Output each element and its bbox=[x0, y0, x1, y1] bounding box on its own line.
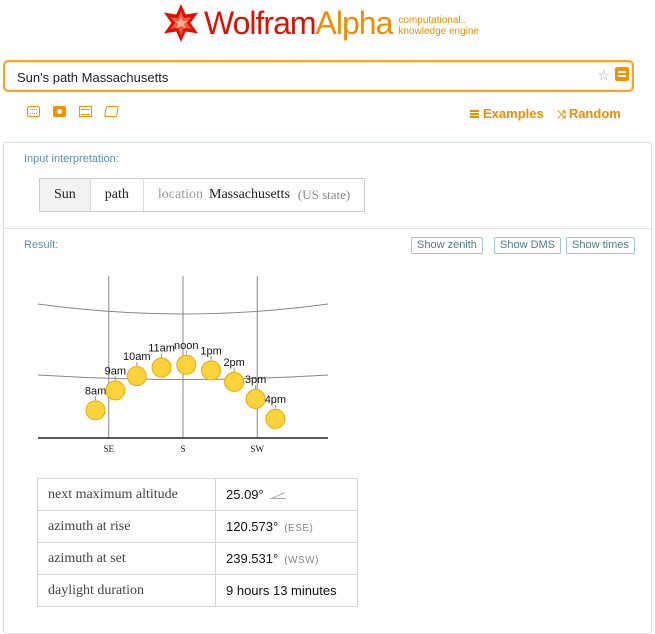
row-label: azimuth at set bbox=[37, 542, 216, 575]
wolframalpha-logo[interactable]: WolframAlpha computational.. knowledge e… bbox=[162, 0, 479, 46]
sun-details-table: next maximum altitude 25.09° azimuth at ri… bbox=[37, 478, 358, 607]
wolfram-star-icon bbox=[163, 4, 199, 42]
keyboard-icon[interactable] bbox=[27, 106, 40, 117]
row-label: azimuth at rise bbox=[37, 510, 216, 543]
sun-marker bbox=[201, 360, 222, 381]
time-label: 10am bbox=[123, 351, 151, 363]
time-label: 4pm bbox=[265, 394, 286, 406]
gallery-icon[interactable] bbox=[104, 106, 119, 117]
star-icon[interactable]: ☆ bbox=[597, 67, 610, 84]
search-input[interactable] bbox=[15, 65, 579, 89]
time-label: 3pm bbox=[245, 374, 266, 386]
interp-path: path bbox=[91, 179, 144, 211]
direction-label: SW bbox=[251, 444, 265, 454]
input-mode-toolbar bbox=[27, 106, 119, 117]
tagline: computational.. knowledge engine bbox=[398, 15, 479, 37]
time-label: 8am bbox=[85, 385, 106, 397]
compass-direction: (ESE) bbox=[284, 523, 314, 534]
logo-wordmark: WolframAlpha bbox=[204, 4, 393, 41]
shuffle-icon: ⤨ bbox=[557, 109, 566, 121]
time-label: noon bbox=[174, 340, 198, 352]
direction-label: S bbox=[180, 444, 185, 454]
interp-sun: Sun bbox=[40, 179, 91, 211]
sun-marker bbox=[151, 357, 172, 378]
row-value: 9 hours 13 minutes bbox=[215, 574, 358, 607]
row-label: next maximum altitude bbox=[37, 478, 216, 511]
table-row: daylight duration 9 hours 13 minutes bbox=[37, 574, 358, 607]
list-icon bbox=[470, 110, 479, 118]
row-value: 25.09° bbox=[215, 478, 358, 511]
row-label: daylight duration bbox=[37, 574, 216, 607]
compass-direction: (WSW) bbox=[284, 555, 319, 566]
sun-marker bbox=[265, 408, 286, 429]
search-bar: ☆ bbox=[3, 60, 634, 92]
table-row: azimuth at rise 120.573° (ESE) bbox=[37, 510, 358, 543]
result-title: Result: bbox=[24, 239, 59, 251]
sun-marker bbox=[85, 400, 106, 421]
sun-marker bbox=[105, 380, 126, 401]
sun-marker bbox=[126, 366, 147, 387]
pod-divider bbox=[4, 228, 651, 229]
row-value: 120.573° (ESE) bbox=[215, 510, 358, 543]
direction-label: SE bbox=[103, 444, 114, 454]
angle-icon bbox=[269, 491, 288, 499]
show-dms-button[interactable]: Show DMS bbox=[494, 237, 562, 254]
input-interpretation-box: Sun path location Massachusetts (US stat… bbox=[39, 178, 366, 212]
camera-icon[interactable] bbox=[53, 106, 66, 117]
time-label: 11am bbox=[148, 343, 175, 355]
table-icon[interactable] bbox=[79, 106, 92, 117]
examples-link[interactable]: Examples bbox=[470, 106, 544, 121]
time-label: 1pm bbox=[200, 345, 221, 357]
time-label: 9am bbox=[105, 365, 126, 377]
input-interpretation-title: Input interpretation: bbox=[24, 153, 119, 165]
sun-path-chart: SE S SW 8am 9am 10am11am noon 1pm2pm3pm 4pm bbox=[37, 276, 329, 454]
show-zenith-button[interactable]: Show zenith bbox=[411, 237, 483, 254]
equals-icon[interactable] bbox=[615, 67, 629, 81]
time-label: 2pm bbox=[223, 357, 244, 369]
table-row: azimuth at set 239.531° (WSW) bbox=[37, 542, 358, 575]
show-times-button[interactable]: Show times bbox=[566, 237, 635, 254]
sun-marker bbox=[224, 371, 245, 392]
interp-location: location Massachusetts (US state) bbox=[157, 187, 351, 202]
row-value: 239.531° (WSW) bbox=[215, 542, 358, 575]
random-link[interactable]: ⤨ Random bbox=[557, 106, 621, 122]
sun-marker bbox=[245, 388, 266, 409]
table-row: next maximum altitude 25.09° bbox=[37, 478, 358, 511]
sun-marker bbox=[176, 354, 197, 375]
